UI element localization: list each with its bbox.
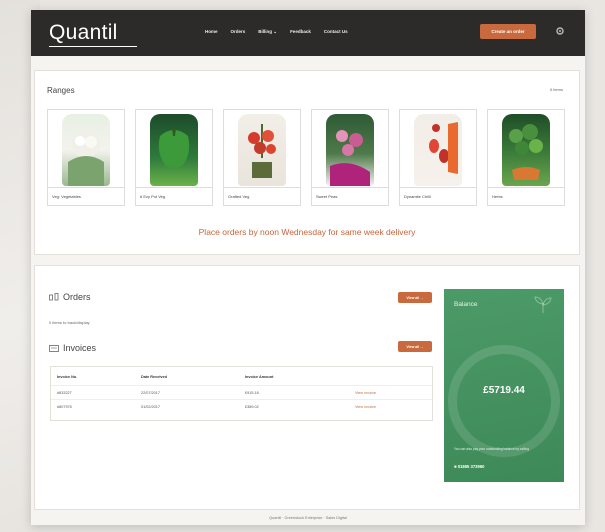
orders-icon <box>49 293 59 301</box>
balance-note: You can also pay your outstanding balanc… <box>454 447 529 451</box>
gear-icon[interactable] <box>555 26 565 36</box>
nav-link-contact[interactable]: Contact Us <box>324 29 348 35</box>
invoice-number: #807976 <box>57 405 72 409</box>
balance-ring <box>448 345 560 457</box>
product-image <box>502 114 550 186</box>
product-card[interactable]: Grafted Veg <box>223 109 301 206</box>
product-label: Herbs <box>488 187 564 205</box>
product-image <box>62 114 110 186</box>
balance-phone-number[interactable]: 01865 373960 <box>458 464 485 469</box>
column-header: Invoice Amount <box>245 375 274 379</box>
footer: Quantil · Greenstock Enterprise · Sales … <box>269 516 347 520</box>
app-window: Quantil Home Orders Billing ⌄ Feedback C… <box>31 10 585 525</box>
row-divider <box>51 385 432 386</box>
balance-amount: £5719.44 <box>483 385 525 396</box>
product-image <box>150 114 198 186</box>
invoice-amount: £389.02 <box>245 405 259 409</box>
row-divider <box>51 399 432 400</box>
column-header: Date Received <box>141 375 167 379</box>
product-image <box>414 114 462 186</box>
logo[interactable]: Quantil <box>49 21 118 45</box>
product-card[interactable]: 6 Ezy Pot Veg <box>135 109 213 206</box>
balance-title: Balance <box>454 301 478 308</box>
orders-card: Orders View all → 0 items to track/displ… <box>34 265 580 510</box>
invoices-heading: Invoices <box>49 343 96 353</box>
balance-phone: ■ 01865 373960 <box>454 464 484 469</box>
view-invoice-link[interactable]: View invoice <box>355 391 376 395</box>
nav-link-billing[interactable]: Billing ⌄ <box>258 29 277 35</box>
product-label: 6 Ezy Pot Veg <box>136 187 212 205</box>
nav-links: Home Orders Billing ⌄ Feedback Contact U… <box>205 29 361 35</box>
nav-link-home[interactable]: Home <box>205 29 218 35</box>
orders-title: Orders <box>63 292 91 302</box>
orders-view-all-button[interactable]: View all → <box>398 292 432 303</box>
column-header: Invoice No. <box>57 375 78 379</box>
product-image <box>238 114 286 186</box>
invoice-date: 01/02/2017 <box>141 405 161 409</box>
invoice-amount: £915.16 <box>245 391 259 395</box>
delivery-notice: Place orders by noon Wednesday for same … <box>198 227 416 237</box>
invoice-date: 22/07/2017 <box>141 391 161 395</box>
ranges-count: 6 items <box>550 87 563 92</box>
nav-link-orders[interactable]: Orders <box>231 29 246 35</box>
product-card[interactable]: Veg: Vegetables <box>47 109 125 206</box>
top-navbar: Quantil Home Orders Billing ⌄ Feedback C… <box>31 10 585 56</box>
view-invoice-link[interactable]: View invoice <box>355 405 376 409</box>
product-image <box>326 114 374 186</box>
ranges-title: Ranges <box>47 86 75 95</box>
invoice-number: #833227 <box>57 391 72 395</box>
nav-link-feedback[interactable]: Feedback <box>290 29 311 35</box>
product-card[interactable]: Sweet Peas <box>311 109 389 206</box>
leaf-icon <box>534 296 552 313</box>
balance-card: Balance £5719.44 You can also pay your o… <box>444 289 564 482</box>
invoices-view-all-button[interactable]: View all → <box>398 341 432 352</box>
orders-empty-text: 0 items to track/display <box>49 320 90 325</box>
invoices-title: Invoices <box>63 343 97 353</box>
ranges-card: Ranges 6 items Veg: Vegetables 6 Ezy Pot… <box>34 70 580 255</box>
invoices-table: Invoice No. Date Received Invoice Amount… <box>50 366 433 421</box>
invoice-icon <box>49 344 59 352</box>
orders-heading: Orders <box>49 292 91 302</box>
product-card[interactable]: Dynamite Chilli <box>399 109 477 206</box>
product-label: Dynamite Chilli <box>400 187 476 205</box>
product-label: Grafted Veg <box>224 187 300 205</box>
product-label: Veg: Vegetables <box>48 187 124 205</box>
logo-underline <box>49 46 137 47</box>
product-label: Sweet Peas <box>312 187 388 205</box>
create-order-button[interactable]: Create an order <box>480 24 536 39</box>
product-card[interactable]: Herbs <box>487 109 565 206</box>
